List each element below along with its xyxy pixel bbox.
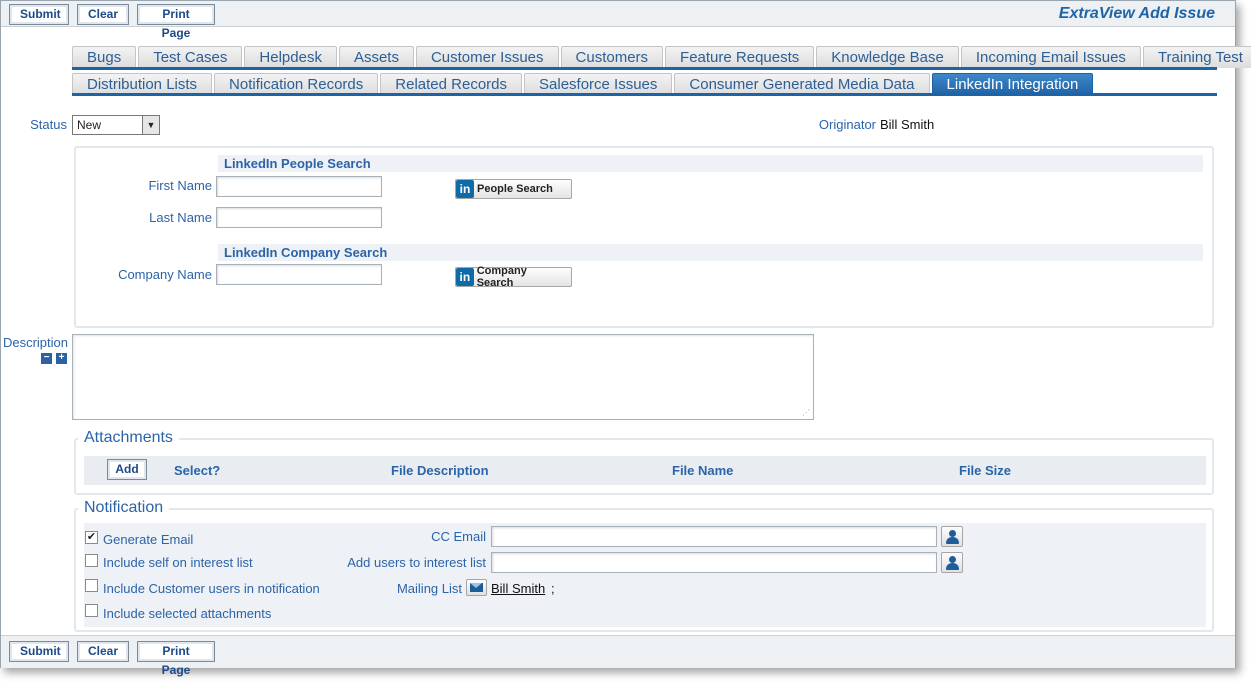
generate-email-label: Generate Email bbox=[103, 532, 194, 547]
column-file-size[interactable]: File Size bbox=[959, 463, 1011, 478]
tab-notification-records[interactable]: Notification Records bbox=[214, 73, 379, 95]
submit-button[interactable]: Submit bbox=[9, 4, 69, 25]
user-picker-icon[interactable] bbox=[941, 552, 963, 573]
tab-row-2-underline bbox=[72, 93, 1217, 96]
originator-label: Originator bbox=[818, 117, 876, 132]
top-toolbar: Submit Clear Print Page ExtraView Add Is… bbox=[1, 1, 1235, 40]
column-file-description[interactable]: File Description bbox=[391, 463, 489, 478]
tab-test-cases[interactable]: Test Cases bbox=[138, 46, 243, 68]
add-users-input[interactable] bbox=[491, 552, 937, 573]
company-search-button[interactable]: in Company Search bbox=[455, 265, 572, 289]
submit-button[interactable]: Submit bbox=[9, 641, 69, 662]
originator-value: Bill Smith bbox=[880, 117, 935, 132]
cc-email-label: CC Email bbox=[431, 529, 486, 544]
tab-consumer-generated-media-data[interactable]: Consumer Generated Media Data bbox=[674, 73, 930, 95]
linkedin-icon: in bbox=[456, 180, 474, 198]
clear-button[interactable]: Clear bbox=[77, 4, 129, 25]
last-name-input[interactable] bbox=[216, 207, 382, 228]
tab-feature-requests[interactable]: Feature Requests bbox=[665, 46, 815, 68]
status-label: Status bbox=[30, 117, 67, 132]
tab-customer-issues[interactable]: Customer Issues bbox=[415, 46, 559, 68]
include-attachments-checkbox[interactable] bbox=[85, 604, 98, 617]
last-name-label: Last Name bbox=[149, 210, 212, 225]
column-select[interactable]: Select? bbox=[174, 463, 220, 478]
tab-bugs[interactable]: Bugs bbox=[72, 46, 137, 68]
tab-linkedin-integration[interactable]: LinkedIn Integration bbox=[931, 73, 1094, 95]
resize-grip-icon[interactable]: ⋰ bbox=[802, 408, 810, 417]
company-search-button-label: Company Search bbox=[476, 265, 527, 289]
people-search-button-label: People Search bbox=[477, 183, 553, 195]
notification-title: Notification bbox=[78, 499, 170, 517]
tab-row-1: Bugs Test Cases Helpdesk Assets Customer Iss… bbox=[72, 46, 1251, 68]
description-textarea[interactable]: ⋰ bbox=[72, 334, 814, 420]
first-name-label: First Name bbox=[148, 178, 212, 193]
tab-row-2: Distribution Lists Notification Records Re… bbox=[72, 73, 1095, 95]
linkedin-icon: in bbox=[456, 268, 474, 286]
include-self-label: Include self on interest list bbox=[103, 555, 253, 570]
attachments-title: Attachments bbox=[78, 429, 179, 447]
tab-training-test[interactable]: Training Test bbox=[1142, 46, 1251, 68]
include-attachments-label: Include selected attachments bbox=[103, 606, 272, 621]
tab-row-1-underline bbox=[72, 67, 1217, 70]
tab-customers[interactable]: Customers bbox=[560, 46, 664, 68]
user-picker-icon[interactable] bbox=[941, 526, 963, 547]
app-title: ExtraView Add Issue bbox=[1058, 5, 1215, 22]
linkedin-panel bbox=[74, 146, 1214, 328]
first-name-input[interactable] bbox=[216, 176, 382, 197]
add-attachment-button[interactable]: Add bbox=[107, 459, 147, 480]
company-search-heading: LinkedIn Company Search bbox=[218, 244, 1203, 261]
column-file-name[interactable]: File Name bbox=[672, 463, 733, 478]
attachments-header: Add Select? File Description File Name F… bbox=[84, 456, 1206, 485]
tab-salesforce-issues[interactable]: Salesforce Issues bbox=[524, 73, 673, 95]
cc-email-input[interactable] bbox=[491, 526, 937, 547]
chevron-down-icon[interactable]: ▼ bbox=[142, 116, 159, 134]
mail-icon[interactable] bbox=[466, 579, 487, 596]
clear-button[interactable]: Clear bbox=[77, 641, 129, 662]
mailing-list-separator: ; bbox=[551, 581, 555, 596]
include-customers-label: Include Customer users in notification bbox=[103, 581, 320, 596]
print-page-button[interactable]: Print Page bbox=[137, 4, 215, 40]
print-page-button[interactable]: Print Page bbox=[137, 641, 215, 677]
tab-incoming-email-issues[interactable]: Incoming Email Issues bbox=[960, 46, 1141, 68]
add-users-label: Add users to interest list bbox=[347, 555, 486, 570]
bottom-toolbar: Submit Clear Print Page bbox=[1, 635, 1235, 677]
generate-email-checkbox[interactable]: ✔ bbox=[85, 531, 98, 544]
people-search-button[interactable]: in People Search bbox=[455, 179, 572, 199]
tab-knowledge-base[interactable]: Knowledge Base bbox=[816, 46, 959, 68]
status-value: New bbox=[77, 118, 102, 132]
extraview-window: Submit Clear Print Page ExtraView Add Is… bbox=[0, 0, 1251, 677]
people-search-heading: LinkedIn People Search bbox=[218, 155, 1203, 172]
include-self-checkbox[interactable] bbox=[85, 554, 98, 567]
company-name-input[interactable] bbox=[216, 264, 382, 285]
status-select[interactable]: New ▼ bbox=[72, 115, 160, 135]
description-label: Description bbox=[2, 335, 68, 350]
tab-assets[interactable]: Assets bbox=[338, 46, 414, 68]
mailing-list-user-link[interactable]: Bill Smith bbox=[491, 581, 545, 596]
tab-distribution-lists[interactable]: Distribution Lists bbox=[72, 73, 213, 95]
tab-helpdesk[interactable]: Helpdesk bbox=[244, 46, 337, 68]
collapse-icon[interactable]: − bbox=[41, 353, 52, 364]
tab-related-records[interactable]: Related Records bbox=[380, 73, 523, 95]
include-customers-checkbox[interactable] bbox=[85, 579, 98, 592]
expand-icon[interactable]: + bbox=[56, 353, 67, 364]
mailing-list-label: Mailing List bbox=[396, 581, 462, 596]
company-name-label: Company Name bbox=[118, 267, 212, 282]
